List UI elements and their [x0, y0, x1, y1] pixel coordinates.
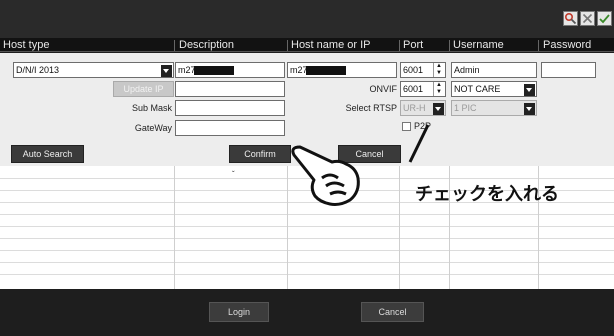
onvif-port-stepper[interactable]: 6001 ▲ ▼ [400, 81, 446, 97]
redaction-block [194, 66, 234, 75]
annotation-text: チェックを入れる [415, 184, 559, 205]
check-icon[interactable] [597, 11, 612, 26]
col-port[interactable]: Port [403, 38, 423, 52]
onvif-label: ONVIF [369, 84, 397, 94]
col-divider [287, 40, 288, 51]
spin-arrows-icon[interactable]: ▲ ▼ [433, 63, 444, 77]
sub-mask-field[interactable] [175, 100, 285, 116]
close-icon[interactable] [580, 11, 595, 26]
table-row [0, 262, 614, 263]
onvif-mode-select[interactable]: NOT CARE [451, 81, 537, 97]
username-field[interactable]: Admin [451, 62, 537, 78]
table-row [0, 274, 614, 275]
password-field[interactable] [541, 62, 596, 78]
col-divider [538, 40, 539, 51]
table-row [0, 250, 614, 251]
rtsp-pic-select[interactable]: 1 PIC [451, 100, 537, 116]
select-rtsp-label: Select RTSP [345, 103, 397, 113]
table-row [0, 226, 614, 227]
col-divider [174, 40, 175, 51]
spin-arrows-icon[interactable]: ▲ ▼ [433, 82, 444, 96]
rtsp-pic-value: 1 PIC [454, 103, 477, 113]
column-header: Host type Description Host name or IP Po… [0, 38, 614, 52]
redaction-block [306, 66, 346, 75]
pointing-hand-icon [291, 145, 360, 206]
auto-search-button[interactable]: Auto Search [11, 145, 84, 163]
gateway-field[interactable] [175, 120, 285, 136]
description-value: m27 [178, 65, 196, 75]
col-password[interactable]: Password [543, 38, 591, 52]
port-value: 6001 [403, 65, 424, 75]
port-stepper[interactable]: 6001 ▲ ▼ [400, 62, 446, 78]
rtsp-stream-select[interactable]: UR-H [400, 100, 446, 116]
host-type-select[interactable]: D/N/I 2013 [13, 62, 174, 78]
rtsp-stream-value: UR-H [403, 103, 426, 113]
login-button[interactable]: Login [209, 302, 269, 322]
col-host-name[interactable]: Host name or IP [291, 38, 370, 52]
chevron-down-icon[interactable] [161, 65, 172, 77]
username-value: Admin [454, 65, 480, 75]
col-username[interactable]: Username [453, 38, 504, 52]
host-ip-field[interactable]: m27 [287, 62, 397, 78]
description-field[interactable]: m27 [175, 62, 285, 78]
gateway-label: GateWay [134, 123, 172, 133]
chevron-down-icon[interactable] [524, 103, 535, 115]
footer-bar [0, 289, 614, 336]
onvif-port-value: 6001 [403, 84, 424, 94]
search-icon[interactable] [563, 11, 578, 26]
host-ip-value: m27 [290, 65, 308, 75]
title-bar [0, 0, 614, 38]
update-ip-button[interactable]: Update IP [113, 81, 174, 97]
chevron-down-icon[interactable] [524, 84, 535, 96]
mouse-cursor-icon: ˇ [232, 170, 235, 179]
col-divider [399, 40, 400, 51]
col-description[interactable]: Description [179, 38, 234, 52]
callout-line [408, 124, 430, 163]
footer-cancel-button[interactable]: Cancel [361, 302, 424, 322]
host-type-value: D/N/I 2013 [16, 65, 60, 75]
sub-mask-label: Sub Mask [131, 103, 172, 113]
ip-address-field[interactable] [175, 81, 285, 97]
column-divider [174, 166, 175, 289]
onvif-mode-value: NOT CARE [454, 84, 501, 94]
col-divider [449, 40, 450, 51]
col-host-type[interactable]: Host type [3, 38, 49, 52]
table-row [0, 238, 614, 239]
chevron-down-icon[interactable] [433, 103, 444, 115]
